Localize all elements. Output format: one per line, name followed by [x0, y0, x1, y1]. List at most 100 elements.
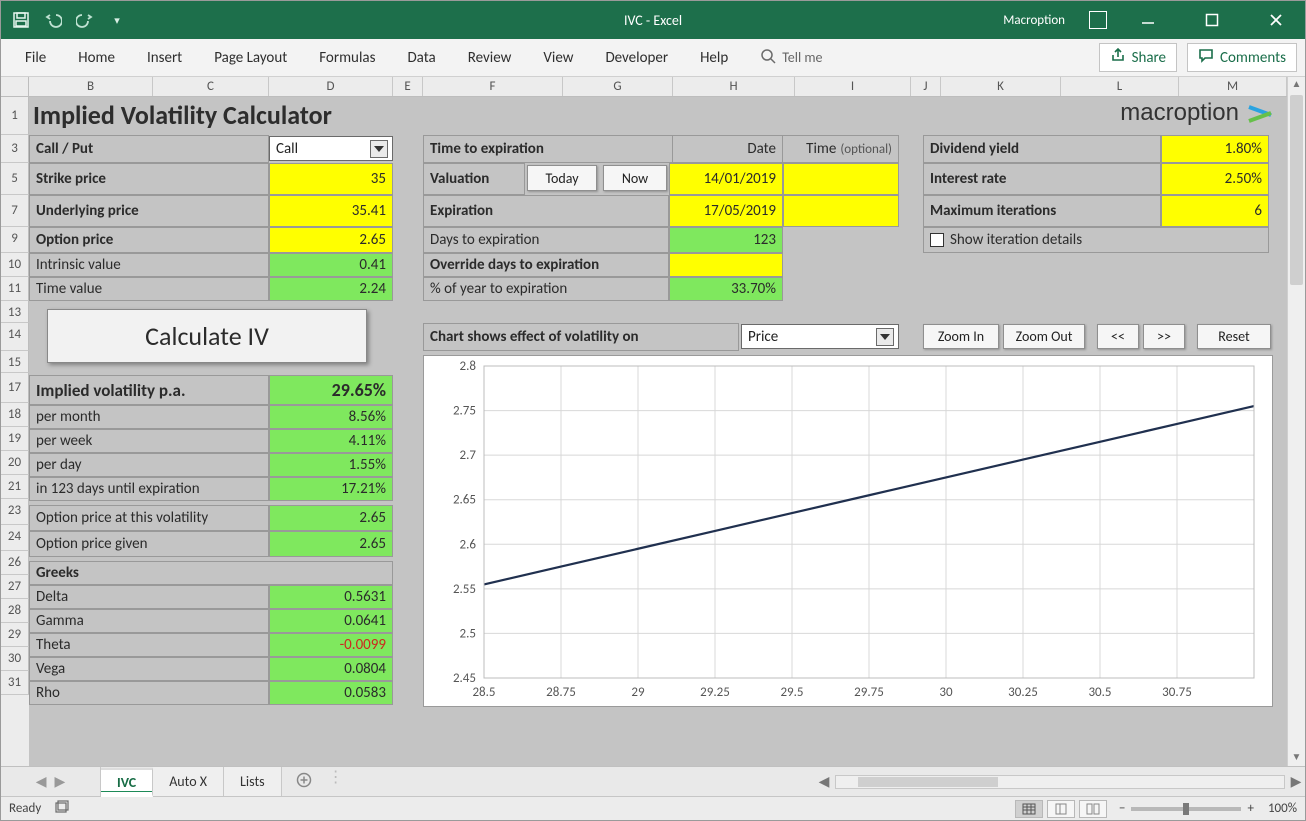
grid[interactable]: Implied Volatility Calculator macroption… — [29, 97, 1287, 766]
qat-more-icon[interactable]: ▾ — [103, 6, 131, 34]
row-14[interactable]: 14 — [1, 323, 29, 351]
col-J[interactable]: J — [911, 77, 941, 96]
row-24[interactable]: 24 — [1, 525, 29, 551]
divyield-value[interactable]: 1.80% — [1161, 135, 1269, 163]
valuation-time[interactable] — [783, 163, 899, 195]
col-B[interactable]: B — [29, 77, 153, 96]
tab-insert[interactable]: Insert — [131, 39, 198, 76]
horizontal-scrollbar[interactable]: ◀ ▶ — [815, 767, 1305, 796]
minimize-icon[interactable] — [1125, 5, 1171, 35]
view-page-break-icon[interactable] — [1079, 800, 1107, 818]
tab-home[interactable]: Home — [62, 39, 131, 76]
strike-value[interactable]: 35 — [269, 163, 393, 195]
share-button[interactable]: Share — [1099, 43, 1177, 72]
col-F[interactable]: F — [423, 77, 563, 96]
zoom-control[interactable]: − + 100% — [1119, 801, 1297, 816]
col-C[interactable]: C — [153, 77, 269, 96]
chart-left-button[interactable]: << — [1097, 324, 1139, 349]
row-19[interactable]: 19 — [1, 427, 29, 451]
tab-developer[interactable]: Developer — [589, 39, 684, 76]
row-7[interactable]: 7 — [1, 195, 29, 227]
select-all-corner[interactable] — [1, 77, 29, 97]
user-avatar-icon[interactable] — [1089, 11, 1107, 29]
override-value[interactable] — [669, 253, 783, 277]
zoom-minus-icon[interactable]: − — [1119, 801, 1125, 816]
view-normal-icon[interactable] — [1015, 800, 1043, 818]
row-13[interactable]: 13 — [1, 301, 29, 323]
tab-review[interactable]: Review — [452, 39, 528, 76]
caret-right-icon[interactable]: ▶ — [55, 773, 66, 790]
redo-icon[interactable] — [71, 6, 99, 34]
row-29[interactable]: 29 — [1, 623, 29, 647]
call-put-dropdown[interactable]: Call — [269, 136, 393, 161]
expiration-date[interactable]: 17/05/2019 — [669, 195, 783, 227]
save-icon[interactable] — [7, 6, 35, 34]
now-button[interactable]: Now — [603, 165, 667, 191]
maximize-icon[interactable] — [1189, 5, 1235, 35]
tab-help[interactable]: Help — [684, 39, 744, 76]
row-5[interactable]: 5 — [1, 163, 29, 195]
option-price-value[interactable]: 2.65 — [269, 227, 393, 253]
hscroll-right-icon[interactable]: ▶ — [1287, 773, 1305, 790]
row-20[interactable]: 20 — [1, 451, 29, 475]
expiration-time[interactable] — [783, 195, 899, 227]
tell-me[interactable]: Tell me — [744, 39, 838, 76]
col-D[interactable]: D — [269, 77, 393, 96]
show-iteration-row[interactable]: Show iteration details — [923, 227, 1269, 253]
zoom-slider[interactable] — [1131, 807, 1241, 811]
row-30[interactable]: 30 — [1, 647, 29, 671]
tab-formulas[interactable]: Formulas — [303, 39, 391, 76]
row-15[interactable]: 15 — [1, 351, 29, 373]
add-sheet-button[interactable] — [282, 767, 326, 796]
sheet-tab-ivc[interactable]: IVC — [101, 768, 153, 797]
macro-record-icon[interactable] — [55, 800, 71, 818]
row-31[interactable]: 31 — [1, 671, 29, 695]
zoom-out-button[interactable]: Zoom Out — [1003, 324, 1085, 349]
undo-icon[interactable] — [39, 6, 67, 34]
row-28[interactable]: 28 — [1, 599, 29, 623]
calculate-iv-button[interactable]: Calculate IV — [47, 309, 367, 363]
close-icon[interactable] — [1253, 5, 1299, 35]
row-21[interactable]: 21 — [1, 475, 29, 499]
row-27[interactable]: 27 — [1, 575, 29, 599]
rate-value[interactable]: 2.50% — [1161, 163, 1269, 195]
sheet-tab-lists[interactable]: Lists — [224, 767, 282, 796]
hscroll-thumb[interactable] — [858, 777, 998, 787]
maxiter-value[interactable]: 6 — [1161, 195, 1269, 227]
vertical-scrollbar[interactable]: ▲ ▼ — [1287, 77, 1305, 766]
reset-button[interactable]: Reset — [1197, 324, 1271, 349]
row-17[interactable]: 17 — [1, 373, 29, 403]
show-iteration-checkbox[interactable] — [930, 233, 944, 247]
tab-file[interactable]: File — [9, 39, 62, 76]
row-9[interactable]: 9 — [1, 227, 29, 253]
scroll-thumb[interactable] — [1290, 95, 1303, 285]
zoom-plus-icon[interactable]: + — [1247, 801, 1253, 816]
scroll-down-icon[interactable]: ▼ — [1288, 750, 1305, 766]
valuation-date[interactable]: 14/01/2019 — [669, 163, 783, 195]
scroll-up-icon[interactable]: ▲ — [1288, 77, 1305, 93]
tab-data[interactable]: Data — [391, 39, 451, 76]
row-3[interactable]: 3 — [1, 135, 29, 163]
zoom-in-button[interactable]: Zoom In — [923, 324, 999, 349]
col-I[interactable]: I — [795, 77, 911, 96]
tab-splitter[interactable]: ⋮ — [326, 767, 346, 796]
row-11[interactable]: 11 — [1, 277, 29, 301]
row-26[interactable]: 26 — [1, 551, 29, 575]
row-23[interactable]: 23 — [1, 499, 29, 525]
hscroll-track[interactable] — [835, 775, 1285, 789]
row-10[interactable]: 10 — [1, 253, 29, 277]
today-button[interactable]: Today — [527, 165, 597, 191]
tab-view[interactable]: View — [527, 39, 589, 76]
row-18[interactable]: 18 — [1, 403, 29, 427]
col-K[interactable]: K — [941, 77, 1061, 96]
tab-page-layout[interactable]: Page Layout — [198, 39, 303, 76]
tab-nav-arrows[interactable]: ◀ ▶ — [1, 767, 101, 796]
hscroll-left-icon[interactable]: ◀ — [815, 773, 833, 790]
col-L[interactable]: L — [1061, 77, 1179, 96]
col-E[interactable]: E — [393, 77, 423, 96]
col-G[interactable]: G — [563, 77, 673, 96]
col-H[interactable]: H — [673, 77, 795, 96]
underlying-value[interactable]: 35.41 — [269, 195, 393, 227]
comments-button[interactable]: Comments — [1187, 43, 1297, 72]
chart-right-button[interactable]: >> — [1143, 324, 1185, 349]
